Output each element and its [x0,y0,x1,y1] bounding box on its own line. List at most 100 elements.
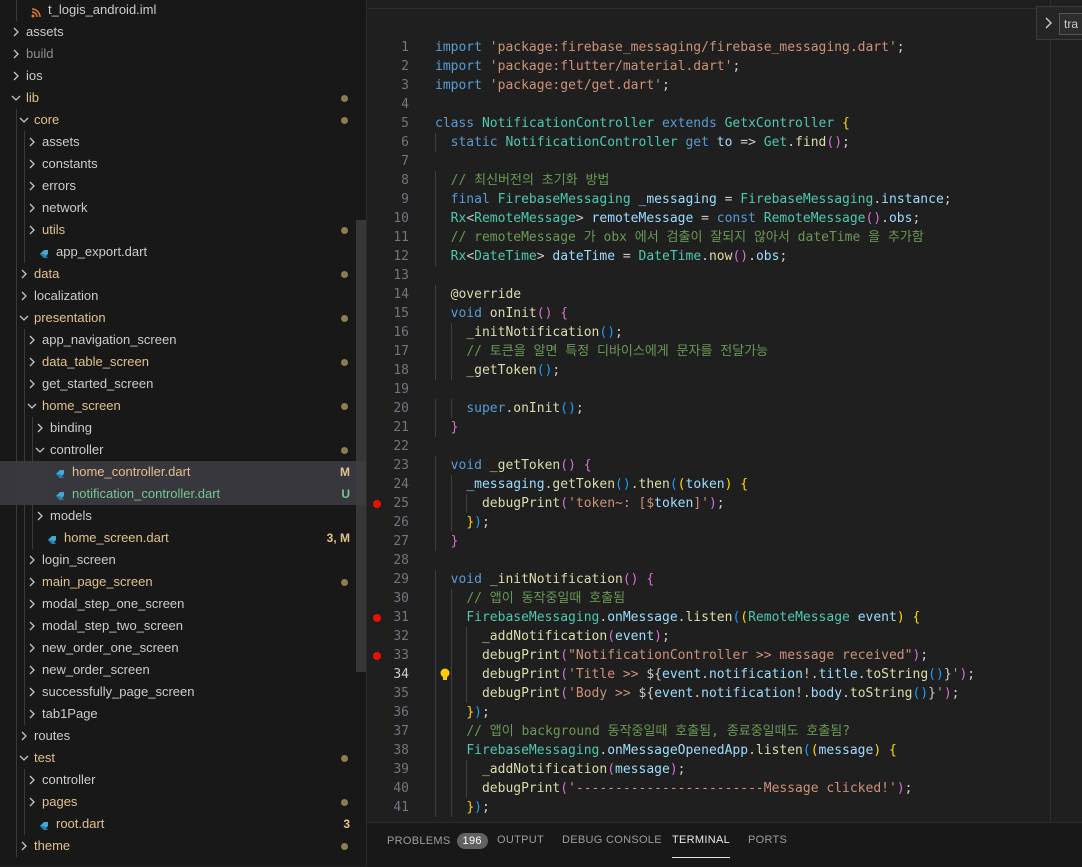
code-line[interactable]: 11 // remoteMessage 가 obx 에서 검출이 잘되지 않아서… [367,228,1082,247]
explorer-folder[interactable]: theme [0,835,366,857]
chevron-right-icon[interactable] [24,219,40,241]
chevron-right-icon[interactable] [16,263,32,285]
explorer-folder[interactable]: main_page_screen [0,571,366,593]
explorer-scrollbar[interactable] [356,220,366,672]
explorer-file[interactable]: home_controller.dart M [0,461,366,483]
code-line[interactable]: 12 Rx<DateTime> dateTime = DateTime.now(… [367,247,1082,266]
code-line[interactable]: 40 debugPrint('------------------------M… [367,779,1082,798]
line-number[interactable]: 32 [367,627,409,646]
explorer-folder[interactable]: pages [0,791,366,813]
explorer-file[interactable]: notification_controller.dart U [0,483,366,505]
explorer-folder[interactable]: login_screen [0,549,366,571]
minimap[interactable] [1051,0,1082,822]
explorer-file[interactable]: root.dart 3 [0,813,366,835]
code-line[interactable]: 26 }); [367,513,1082,532]
code-line[interactable]: 14 @override [367,285,1082,304]
code-editor[interactable]: 1 import 'package:firebase_messaging/fire… [367,0,1082,822]
line-number[interactable]: 38 [367,741,409,760]
explorer-folder[interactable]: successfully_page_screen [0,681,366,703]
explorer-folder[interactable]: assets [0,21,366,43]
code-line[interactable]: 28 [367,551,1082,570]
explorer-folder[interactable]: app_navigation_screen [0,329,366,351]
code-line[interactable]: 6 static NotificationController get to =… [367,133,1082,152]
explorer-folder[interactable]: home_screen [0,395,366,417]
chevron-right-icon[interactable] [24,175,40,197]
explorer-folder[interactable]: build [0,43,366,65]
line-number[interactable]: 39 [367,760,409,779]
code-line[interactable]: 30 // 앱이 동작중일때 호출됨 [367,589,1082,608]
explorer-folder[interactable]: lib [0,87,366,109]
panel-tab-problems[interactable]: PROBLEMS 196 [387,833,488,857]
chevron-right-icon[interactable] [24,769,40,791]
code-line[interactable]: 5 class NotificationController extends Ge… [367,114,1082,133]
line-number[interactable]: 22 [367,437,409,456]
explorer-folder[interactable]: localization [0,285,366,307]
line-number[interactable]: 4 [367,95,409,114]
line-number[interactable]: 2 [367,57,409,76]
code-line[interactable]: 31 FirebaseMessaging.onMessage.listen((R… [367,608,1082,627]
chevron-right-icon[interactable] [24,351,40,373]
code-line[interactable]: 17 // 토큰을 알면 특정 디바이스에게 문자를 전달가능 [367,342,1082,361]
code-line[interactable]: 34 debugPrint('Title >> ${event.notifica… [367,665,1082,684]
chevron-right-icon[interactable] [8,65,24,87]
chevron-right-icon[interactable] [24,703,40,725]
chevron-down-icon[interactable] [24,395,40,417]
line-number[interactable]: 5 [367,114,409,133]
line-number[interactable]: 15 [367,304,409,323]
line-number[interactable]: 7 [367,152,409,171]
line-number[interactable]: 8 [367,171,409,190]
explorer-folder[interactable]: tab1Page [0,703,366,725]
line-number[interactable]: 35 [367,684,409,703]
code-line[interactable]: 38 FirebaseMessaging.onMessageOpenedApp.… [367,741,1082,760]
code-line[interactable]: 25 debugPrint('token~: [$token]'); [367,494,1082,513]
code-line[interactable]: 8 // 최신버전의 초기화 방법 [367,171,1082,190]
explorer-folder[interactable]: utils [0,219,366,241]
line-number[interactable]: 27 [367,532,409,551]
explorer-folder[interactable]: controller [0,439,366,461]
chevron-right-icon[interactable] [16,725,32,747]
explorer-file[interactable]: t_logis_android.iml [0,0,366,21]
code-line[interactable]: 1 import 'package:firebase_messaging/fire… [367,38,1082,57]
chevron-down-icon[interactable] [16,747,32,769]
code-line[interactable]: 21 } [367,418,1082,437]
line-number[interactable]: 20 [367,399,409,418]
chevron-right-icon[interactable] [24,571,40,593]
explorer-file[interactable]: app_export.dart [0,241,366,263]
line-number[interactable]: 21 [367,418,409,437]
explorer-folder[interactable]: network [0,197,366,219]
line-number[interactable]: 34 [367,665,409,684]
line-number[interactable]: 41 [367,798,409,817]
chevron-right-icon[interactable] [32,505,48,527]
chevron-right-icon[interactable] [24,329,40,351]
explorer-folder[interactable]: ios [0,65,366,87]
line-number[interactable]: 36 [367,703,409,722]
explorer-folder[interactable]: core [0,109,366,131]
code-line[interactable]: 13 [367,266,1082,285]
chevron-down-icon[interactable] [16,109,32,131]
chevron-down-icon[interactable] [32,439,48,461]
explorer-folder[interactable]: binding [0,417,366,439]
lightbulb-icon[interactable] [438,667,452,682]
code-line[interactable]: 37 // 앱이 background 동작중일때 호출됨, 종료중일때도 호출… [367,722,1082,741]
code-line[interactable]: 23 void _getToken() { [367,456,1082,475]
explorer-folder[interactable]: assets [0,131,366,153]
line-number[interactable]: 31 [367,608,409,627]
explorer-folder[interactable]: test [0,747,366,769]
line-number[interactable]: 12 [367,247,409,266]
popup-text-field[interactable]: tra [1059,13,1082,35]
explorer-folder[interactable]: errors [0,175,366,197]
code-line[interactable]: 15 void onInit() { [367,304,1082,323]
code-line[interactable]: 18 _getToken(); [367,361,1082,380]
line-number[interactable]: 9 [367,190,409,209]
chevron-right-icon[interactable] [32,417,48,439]
explorer-folder[interactable]: models [0,505,366,527]
explorer-folder[interactable]: new_order_screen [0,659,366,681]
chevron-right-icon[interactable] [16,285,32,307]
panel-popup[interactable]: tra [1036,6,1082,40]
code-line[interactable]: 24 _messaging.getToken().then((token) { [367,475,1082,494]
code-line[interactable]: 9 final FirebaseMessaging _messaging = F… [367,190,1082,209]
chevron-right-icon[interactable] [24,549,40,571]
line-number[interactable]: 33 [367,646,409,665]
line-number[interactable]: 26 [367,513,409,532]
code-line[interactable]: 35 debugPrint('Body >> ${event.notificat… [367,684,1082,703]
